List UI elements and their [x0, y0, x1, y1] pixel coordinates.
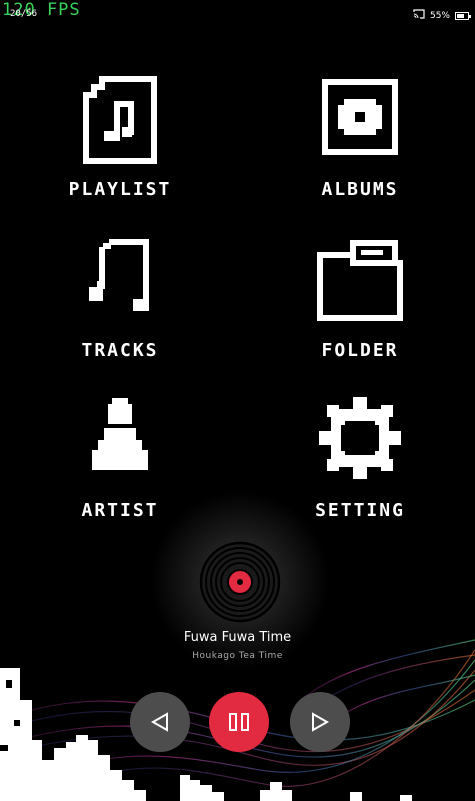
status-bar-right: 55% — [413, 9, 471, 22]
pause-icon — [229, 713, 249, 731]
menu-playlist[interactable]: PLAYLIST — [20, 75, 220, 225]
menu-label-albums: ALBUMS — [321, 179, 399, 200]
menu-folder[interactable]: FOLDER — [260, 235, 460, 385]
music-note-icon — [89, 239, 149, 311]
album-icon — [322, 79, 398, 155]
cast-icon — [413, 9, 425, 22]
menu-label-tracks: TRACKS — [81, 340, 159, 361]
artist-icon — [92, 398, 148, 470]
pause-button[interactable] — [209, 692, 269, 752]
menu-tracks[interactable]: TRACKS — [20, 235, 220, 385]
vinyl-record-icon[interactable] — [199, 541, 281, 623]
battery-percent: 55% — [429, 10, 450, 21]
battery-icon — [455, 11, 471, 20]
gear-icon — [319, 397, 401, 479]
playlist-icon — [83, 76, 157, 164]
next-button[interactable] — [290, 692, 350, 752]
menu-label-folder: FOLDER — [321, 340, 399, 361]
previous-button[interactable] — [130, 692, 190, 752]
menu-albums[interactable]: ALBUMS — [260, 75, 460, 225]
menu-label-playlist: PLAYLIST — [68, 179, 172, 200]
music-player-screen: 120 FPS 20/56 55% PLAYLIST ALBUMS TRACKS… — [0, 0, 475, 801]
track-counter: 20/56 — [10, 9, 38, 19]
folder-icon — [317, 240, 403, 321]
now-playing-title: Fuwa Fuwa Time — [183, 630, 292, 645]
next-icon — [312, 712, 330, 732]
previous-icon — [150, 712, 168, 732]
now-playing-artist: Houkago Tea Time — [192, 651, 283, 661]
